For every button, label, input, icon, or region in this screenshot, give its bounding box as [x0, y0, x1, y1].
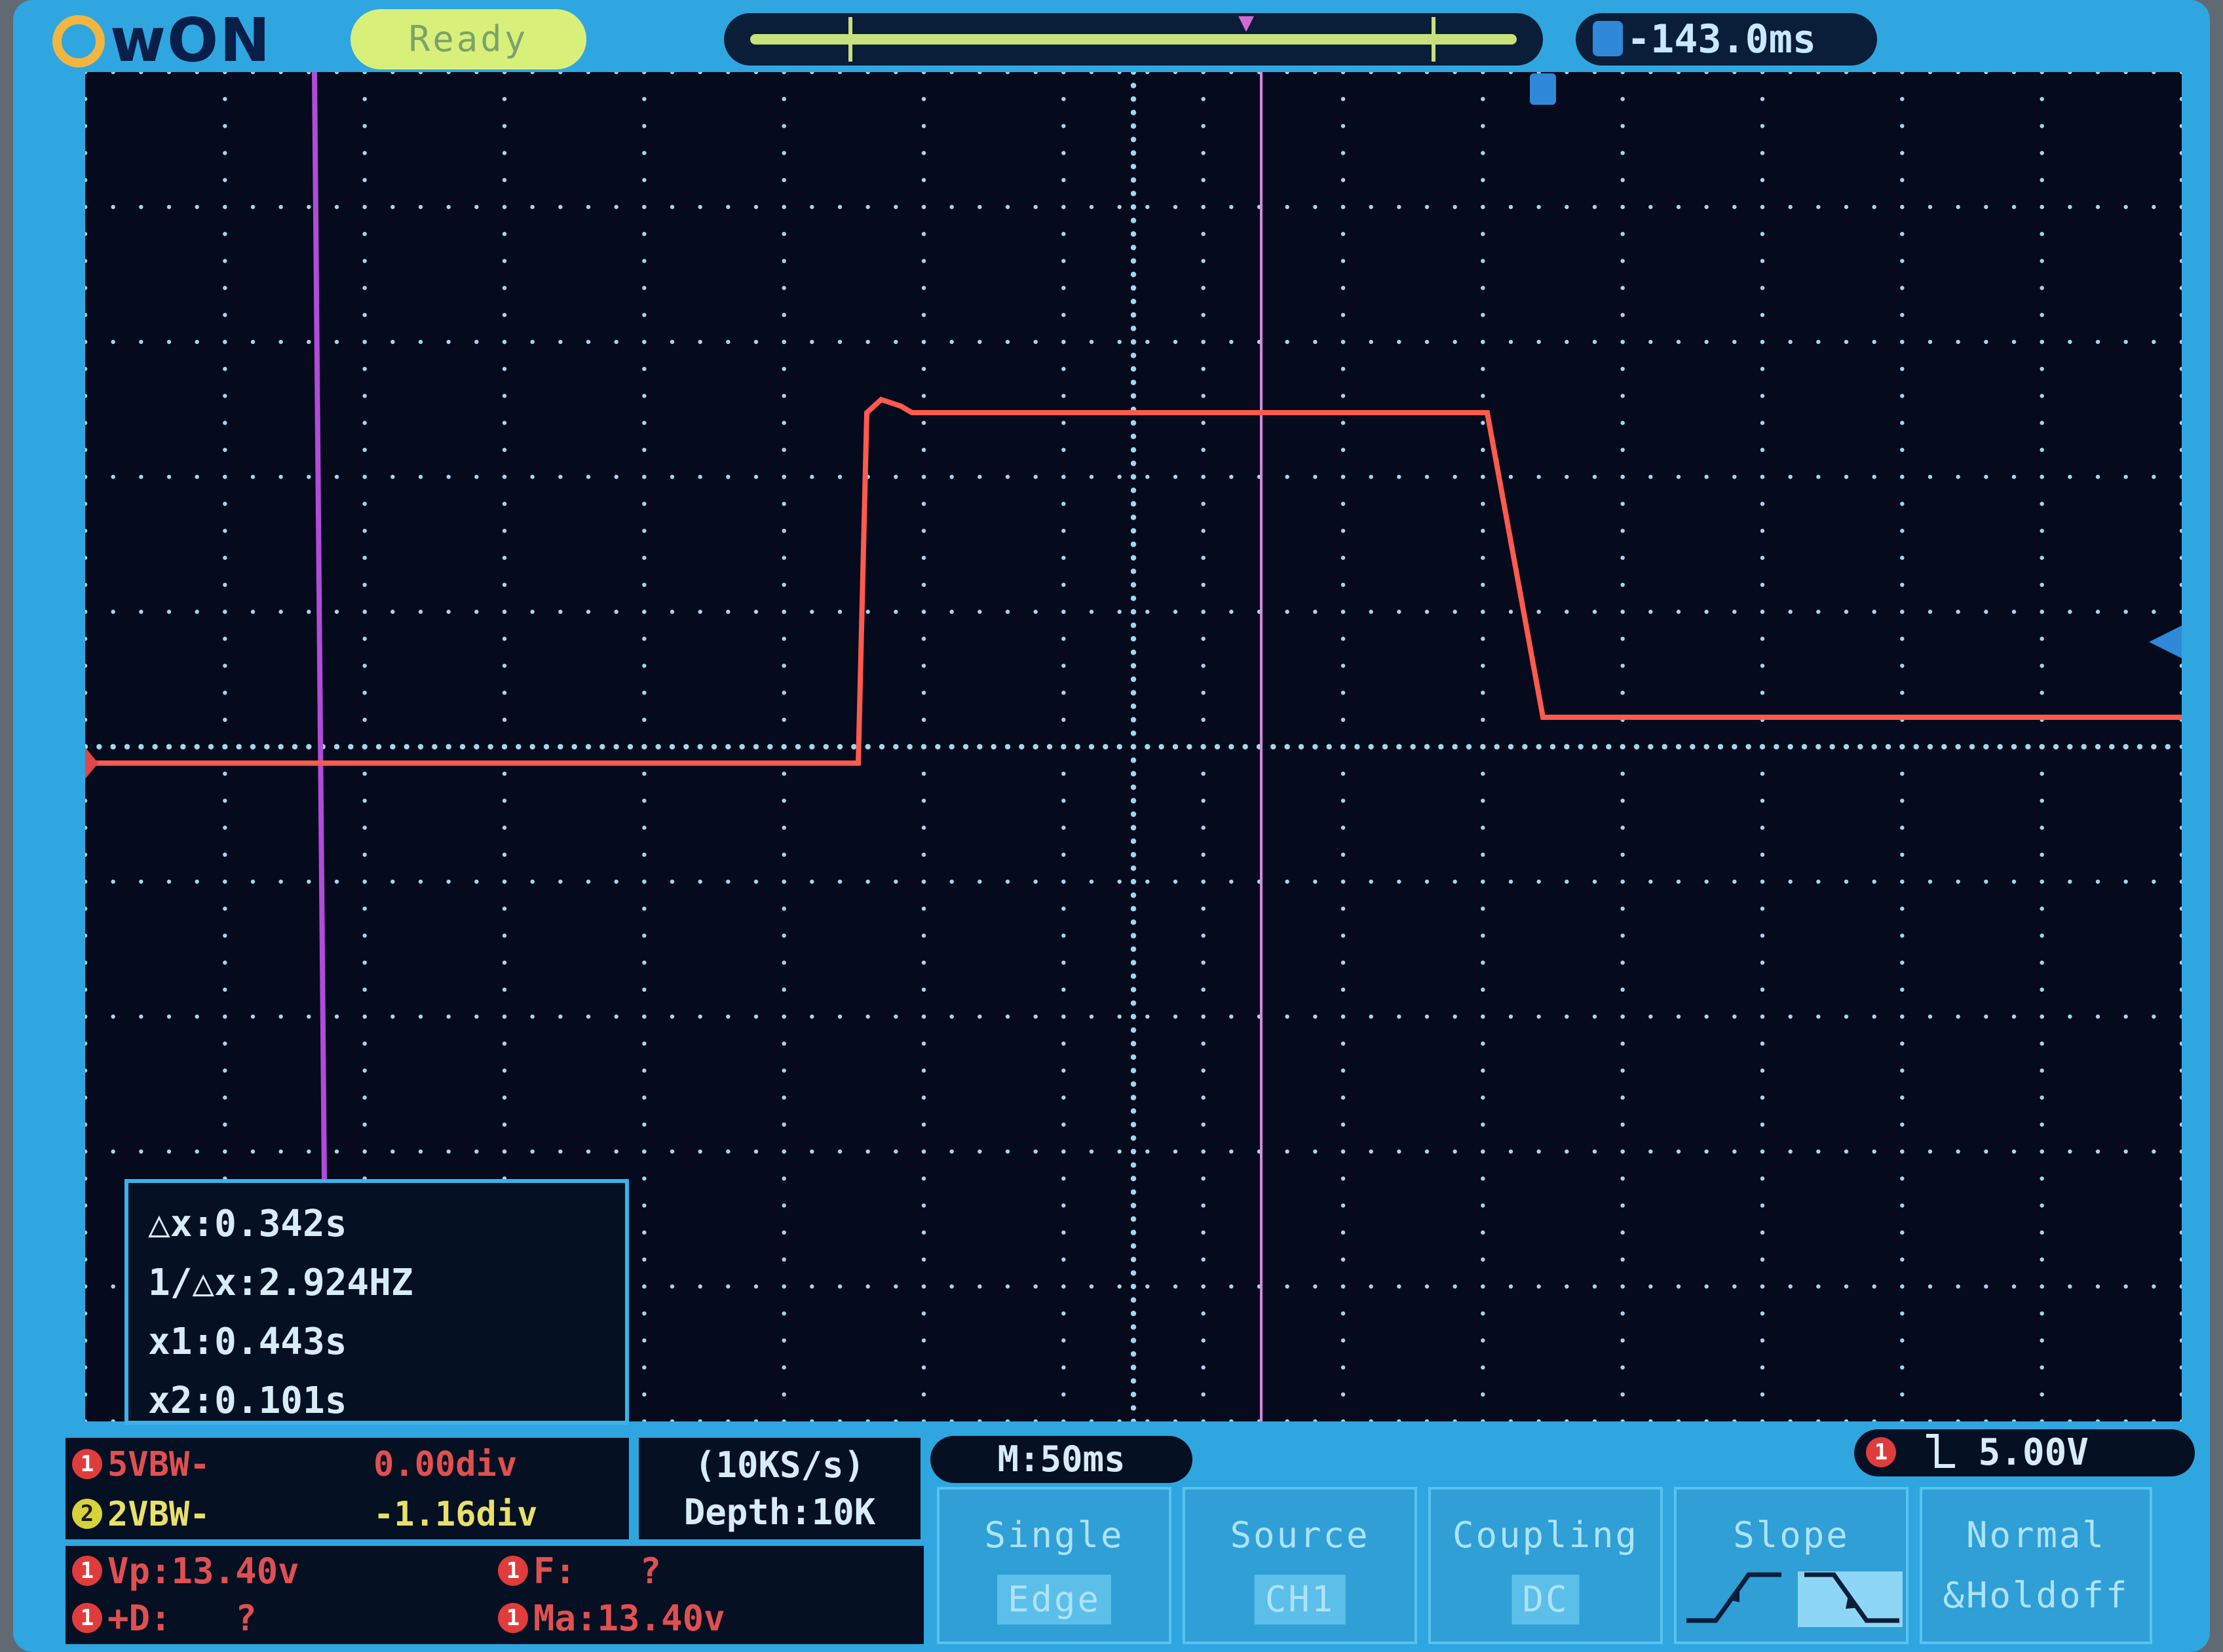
cursor-delta-x: △x:0.342s	[148, 1203, 347, 1245]
falling-edge-icon	[1926, 1433, 1955, 1468]
channel-1-badge: 1	[72, 1449, 102, 1479]
brand-logo: wON	[52, 8, 271, 73]
channel-status-panel: 1 5VBW- 0.00div 2 2VBW- -1.16div	[66, 1438, 629, 1539]
cursor-measurement-box: △x:0.342s 1/△x:2.924HZ x1:0.443s x2:0.10…	[124, 1179, 629, 1425]
cursor-inverse-delta-x: 1/△x:2.924HZ	[148, 1262, 413, 1304]
channel-1-scale: 5VBW-	[107, 1445, 210, 1484]
memory-window-fill	[750, 34, 1517, 45]
rising-edge-icon	[1686, 1572, 1781, 1623]
cursor-x2-line[interactable]	[312, 72, 327, 1180]
trigger-level-value: 5.00V	[1978, 1431, 2089, 1474]
measurement-vp: 1 Vp:13.40v	[66, 1549, 299, 1594]
cursor-x1: x1:0.443s	[148, 1321, 347, 1363]
memory-depth: Depth:10K	[683, 1492, 876, 1533]
trigger-time-marker-icon	[1530, 73, 1556, 105]
acquisition-panel: (10KS/s) Depth:10K	[639, 1438, 921, 1539]
softkey-trigger-source[interactable]: Source CH1	[1183, 1487, 1417, 1644]
measurement-frequency: 1 F: ?	[491, 1549, 661, 1594]
softkey-trigger-holdoff[interactable]: Normal &Holdoff	[1920, 1487, 2152, 1644]
timebase-readout[interactable]: M:50ms	[930, 1436, 1192, 1483]
cursor-x2: x2:0.101s	[148, 1380, 347, 1422]
time-offset-icon	[1593, 21, 1623, 57]
channel-2-status[interactable]: 2 2VBW- -1.16div	[66, 1492, 629, 1537]
memory-tick	[848, 17, 852, 62]
channel-2-offset: -1.16div	[373, 1495, 538, 1534]
channel-1-status[interactable]: 1 5VBW- 0.00div	[66, 1442, 629, 1488]
channel-2-scale: 2VBW-	[107, 1495, 210, 1534]
channel-marker-shape	[85, 747, 98, 779]
horizontal-position-readout: -143.0ms	[1576, 13, 1877, 66]
channel-1-waveform	[85, 396, 2182, 766]
sample-rate: (10KS/s)	[694, 1444, 865, 1486]
softkey-trigger-mode[interactable]: Single Edge	[937, 1487, 1171, 1644]
logo-o-icon	[52, 14, 105, 67]
slope-icons	[1686, 1571, 1903, 1627]
trigger-source-badge: 1	[1866, 1436, 1896, 1467]
channel-1-ground-marker[interactable]: 1	[85, 743, 98, 787]
trigger-level-marker-icon[interactable]	[2149, 626, 2182, 658]
trigger-level-readout: 1 5.00V	[1854, 1429, 2195, 1476]
measurement-panel: 1 Vp:13.40v 1 F: ? 1 +D: ? 1 Ma:13.40v	[66, 1546, 924, 1644]
channel-1-offset: 0.00div	[373, 1445, 518, 1484]
memory-tick	[1432, 17, 1435, 62]
oscilloscope-screen: wON Ready ▼ -143.0ms 1 △x:0.342s 1/△x:2.…	[13, 0, 2210, 1652]
memory-position-bar[interactable]	[724, 13, 1543, 66]
measurement-max: 1 Ma:13.40v	[491, 1596, 725, 1642]
status-indicator: Ready	[351, 9, 586, 69]
channel-2-badge: 2	[72, 1499, 102, 1529]
measurement-duty: 1 +D: ?	[66, 1596, 257, 1642]
trigger-position-marker-icon: ▼	[1238, 7, 1255, 37]
softkey-trigger-slope[interactable]: Slope	[1674, 1487, 1909, 1644]
softkey-trigger-coupling[interactable]: Coupling DC	[1428, 1487, 1663, 1644]
